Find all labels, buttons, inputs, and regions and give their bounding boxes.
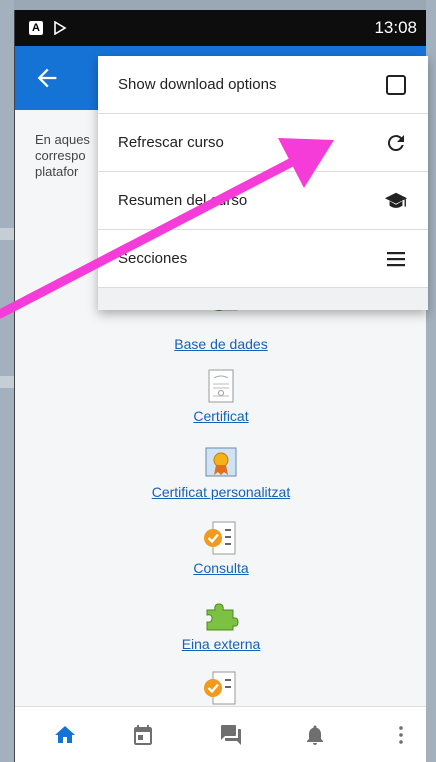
hamburger-menu-icon xyxy=(384,247,408,271)
arrow-left-icon[interactable] xyxy=(33,64,61,92)
menu-item-refresh-course[interactable]: Refrescar curso xyxy=(98,114,428,172)
status-clock: 13:08 xyxy=(374,18,417,37)
menu-item-label: Secciones xyxy=(118,250,188,267)
module-choice[interactable]: Consulta xyxy=(15,520,426,578)
graduation-cap-icon xyxy=(384,189,408,213)
options-menu: Show download options Refrescar curso Re… xyxy=(98,56,428,310)
status-bar: A 13:08 xyxy=(15,10,426,46)
module-link[interactable]: Base de dades xyxy=(174,336,267,352)
menu-item-label: Show download options xyxy=(118,76,277,93)
outer-frame-band xyxy=(0,376,14,388)
choice-icon xyxy=(203,520,239,556)
menu-item-sections[interactable]: Secciones xyxy=(98,230,428,288)
calendar-icon[interactable] xyxy=(131,723,155,747)
more-vertical-icon[interactable] xyxy=(389,723,413,747)
module-link[interactable]: Consulta xyxy=(193,560,248,576)
refresh-icon xyxy=(384,131,408,155)
custom-certificate-icon xyxy=(203,444,239,480)
module-link[interactable]: Eina externa xyxy=(182,636,261,652)
home-icon[interactable] xyxy=(53,723,77,747)
outer-frame-band xyxy=(0,228,14,240)
menu-bottom-strip xyxy=(98,288,428,310)
menu-item-download-options[interactable]: Show download options xyxy=(98,56,428,114)
checkbox-icon[interactable] xyxy=(384,73,408,97)
play-store-icon xyxy=(54,21,67,35)
module-partial xyxy=(15,670,426,710)
menu-item-label: Refrescar curso xyxy=(118,134,224,151)
module-link[interactable]: Certificat personalitzat xyxy=(152,484,291,500)
bottom-nav xyxy=(15,706,426,762)
module-external-tool[interactable]: Eina externa xyxy=(15,596,426,654)
external-tool-icon xyxy=(203,596,239,632)
module-certificate[interactable]: Certificat xyxy=(15,368,426,426)
bell-icon[interactable] xyxy=(303,723,327,747)
module-custom-certificate[interactable]: Certificat personalitzat xyxy=(15,444,426,502)
notification-a-icon: A xyxy=(29,21,43,35)
certificate-icon xyxy=(203,368,239,404)
choice-icon xyxy=(203,670,239,706)
menu-item-label: Resumen del curso xyxy=(118,192,248,209)
messages-icon[interactable] xyxy=(219,723,243,747)
module-link[interactable]: Certificat xyxy=(193,408,248,424)
menu-item-course-summary[interactable]: Resumen del curso xyxy=(98,172,428,230)
